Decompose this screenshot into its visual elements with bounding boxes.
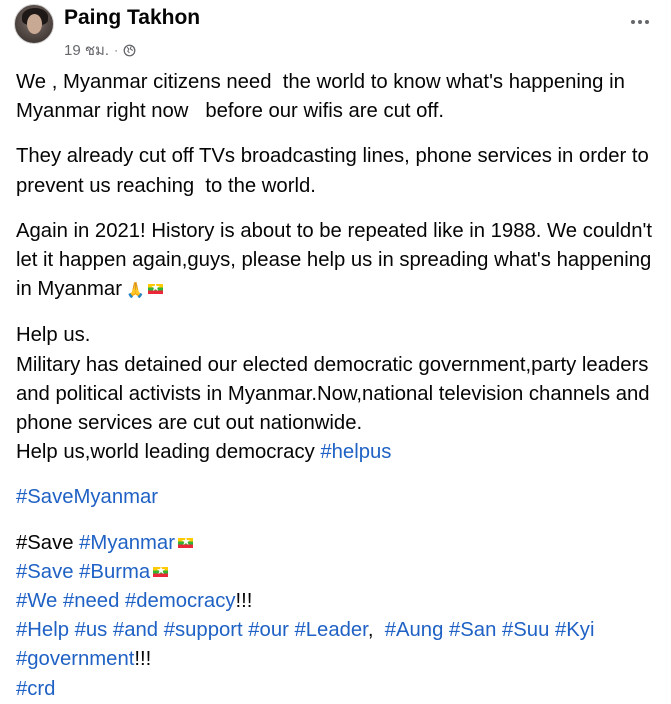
exclamation-text: !!! [134, 648, 152, 671]
globe-icon[interactable] [123, 44, 136, 57]
post-line: Help us. [16, 324, 91, 347]
post-line: #SaveMyanmar [16, 483, 666, 512]
post-line: #We #need #democracy!!! [16, 587, 666, 616]
post-paragraph: Again in 2021! History is about to be re… [16, 217, 666, 306]
post-line: #crd [16, 675, 666, 704]
hashtag-link[interactable]: #We #need #democracy [16, 590, 235, 612]
hashtag-link[interactable]: #Help #us #and #support #our #Leader [16, 619, 368, 641]
post-line: Help us,world leading democracy #helpus [16, 438, 666, 467]
post-line: #Help #us #and #support #our #Leader, #A… [16, 616, 666, 645]
myanmar-flag-icon [177, 535, 193, 549]
post-line: #Save #Myanmar [16, 529, 666, 558]
separator-text: , [367, 619, 385, 642]
plain-hashtag-text: #Save [16, 531, 80, 554]
author-name[interactable]: Paing Takhon [64, 6, 200, 30]
post-line: #Save #Burma [16, 558, 666, 587]
hashtag-link[interactable]: #government [16, 648, 134, 670]
hashtag-link[interactable]: #helpus [320, 441, 391, 463]
facebook-post: Paing Takhon 19 ชม. · We , Myanmar citiz… [0, 0, 671, 700]
hashtag-link[interactable]: #Myanmar [79, 532, 175, 554]
post-line: Military has detained our elected democr… [16, 353, 656, 435]
meta-separator: · [114, 43, 119, 57]
hashtag-link[interactable]: #SaveMyanmar [16, 486, 158, 508]
post-header: Paing Takhon 19 ชม. · [0, 0, 671, 64]
more-options-icon [638, 20, 642, 24]
author-avatar[interactable] [14, 4, 54, 44]
post-body: We , Myanmar citizens need the world to … [16, 68, 666, 704]
folded-hands-icon: 🙏 [125, 282, 145, 300]
hashtag-link[interactable]: #Save [16, 561, 79, 583]
post-paragraph: They already cut off TVs broadcasting li… [16, 145, 655, 197]
more-options-button[interactable] [622, 8, 658, 36]
hashtag-link[interactable]: #crd [16, 678, 55, 700]
paragraph-text: Help us,world leading democracy [16, 441, 321, 464]
post-meta: 19 ชม. · [64, 38, 136, 62]
exclamation-text: !!! [235, 590, 253, 613]
avatar-face [27, 14, 42, 34]
post-line: #government!!! [16, 645, 666, 674]
paragraph-text: Again in 2021! History is about to be re… [16, 219, 658, 301]
myanmar-flag-icon [153, 564, 169, 578]
more-options-icon [645, 20, 649, 24]
post-timestamp[interactable]: 19 ชม. [64, 38, 109, 62]
hashtag-link[interactable]: #Aung #San #Suu #Kyi [385, 619, 595, 641]
myanmar-flag-icon [147, 281, 163, 295]
more-options-icon [631, 20, 635, 24]
post-paragraph: We , Myanmar citizens need the world to … [16, 71, 631, 123]
hashtag-link[interactable]: #Burma [79, 561, 150, 583]
